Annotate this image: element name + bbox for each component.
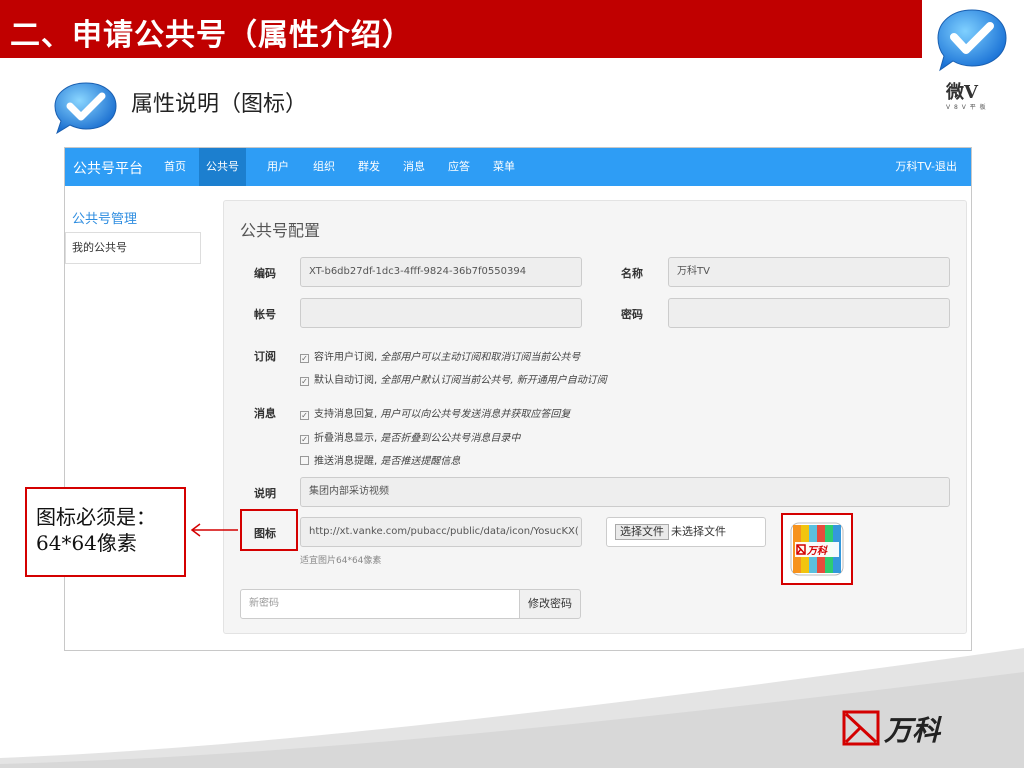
- code-field: XT-b6db27df-1dc3-4fff-9824-36b7f0550394: [300, 257, 582, 287]
- name-field[interactable]: 万科TV: [668, 257, 950, 287]
- account-field[interactable]: [300, 298, 582, 328]
- vanke-logo-icon: [842, 710, 880, 746]
- nav-item-messages[interactable]: 消息: [396, 148, 432, 186]
- sidebar-item-my-accounts[interactable]: 我的公共号: [65, 232, 201, 264]
- nav-brand[interactable]: 公共号平台: [73, 158, 143, 178]
- password-field[interactable]: [668, 298, 950, 328]
- nav-item-users[interactable]: 用户: [260, 148, 296, 186]
- icon-preview: 万科: [781, 513, 853, 585]
- config-panel: 公共号配置 编码 XT-b6db27df-1dc3-4fff-9824-36b7…: [223, 200, 967, 634]
- brand-sub: V 8 V 平 板: [946, 104, 987, 111]
- callout-text: 图标必须是：64*64像素: [36, 505, 156, 555]
- nav-item-account[interactable]: 公共号: [199, 148, 246, 186]
- app-screenshot: 公共号平台 首页 公共号 用户 组织 群发 消息 应答 菜单 万科TV-退出 公…: [64, 147, 972, 651]
- top-navbar: 公共号平台 首页 公共号 用户 组织 群发 消息 应答 菜单 万科TV-退出: [65, 148, 971, 186]
- nav-item-broadcast[interactable]: 群发: [351, 148, 387, 186]
- subscribe-label: 订阅: [254, 350, 276, 363]
- checkbox-checked-icon[interactable]: ✓: [300, 435, 309, 444]
- checkbox-checked-icon[interactable]: ✓: [300, 411, 309, 420]
- footer-brand: 万科: [884, 714, 941, 747]
- slide: 二、申请公共号（属性介绍） 微V V 8 V 平 板 属性说明（图标） 公共号平…: [0, 0, 1024, 768]
- password-label: 密码: [621, 308, 643, 321]
- message-option-fold[interactable]: ✓ 折叠消息显示, 是否折叠到公公共号消息目录中: [300, 429, 520, 444]
- arrow-left-icon: [190, 523, 238, 537]
- checkbox-checked-icon[interactable]: ✓: [300, 354, 309, 363]
- brand-name: 微V: [946, 82, 978, 103]
- nav-item-org[interactable]: 组织: [306, 148, 342, 186]
- message-option-push[interactable]: 推送消息提醒, 是否推送提醒信息: [300, 452, 460, 467]
- subscribe-option-default[interactable]: ✓ 默认自动订阅, 全部用户默认订阅当前公共号, 新开通用户自动订阅: [300, 371, 607, 386]
- checkbox-checked-icon[interactable]: ✓: [300, 377, 309, 386]
- name-label: 名称: [621, 267, 643, 280]
- svg-text:万科: 万科: [806, 545, 828, 557]
- message-option-reply[interactable]: ✓ 支持消息回复, 用户可以向公共号发送消息并获取应答回复: [300, 405, 570, 420]
- change-password-button[interactable]: 修改密码: [519, 589, 581, 619]
- subscribe-option-allow[interactable]: ✓ 容许用户订阅, 全部用户可以主动订阅和取消订阅当前公共号: [300, 348, 580, 363]
- desc-label: 说明: [254, 487, 276, 500]
- choose-file-button[interactable]: 选择文件: [615, 524, 669, 540]
- file-picker[interactable]: 选择文件 未选择文件: [606, 517, 766, 547]
- icon-label: 图标: [254, 527, 276, 540]
- slide-subtitle: 属性说明（图标）: [131, 92, 308, 117]
- footer-swoosh: [0, 648, 1024, 768]
- new-password-input[interactable]: 新密码: [240, 589, 520, 619]
- sidebar-heading[interactable]: 公共号管理: [72, 208, 137, 227]
- nav-item-home[interactable]: 首页: [157, 148, 193, 186]
- nav-item-menu[interactable]: 菜单: [486, 148, 522, 186]
- panel-title: 公共号配置: [240, 221, 321, 240]
- weiv-bubble-icon: [54, 82, 117, 135]
- vanke-app-icon: 万科: [790, 522, 844, 576]
- nav-item-replies[interactable]: 应答: [441, 148, 477, 186]
- icon-url-field[interactable]: http://xt.vanke.com/pubacc/public/data/i…: [300, 517, 582, 547]
- desc-field[interactable]: 集团内部采访视频: [300, 477, 950, 507]
- message-label: 消息: [254, 407, 276, 420]
- file-status: 未选择文件: [671, 525, 726, 538]
- checkbox-unchecked-icon[interactable]: [300, 456, 309, 465]
- slide-title: 二、申请公共号（属性介绍）: [10, 18, 413, 53]
- code-label: 编码: [254, 267, 276, 280]
- nav-user-logout[interactable]: 万科TV-退出: [895, 148, 957, 186]
- account-label: 帐号: [254, 308, 276, 321]
- icon-size-hint: 适宜图片64*64像素: [300, 556, 382, 566]
